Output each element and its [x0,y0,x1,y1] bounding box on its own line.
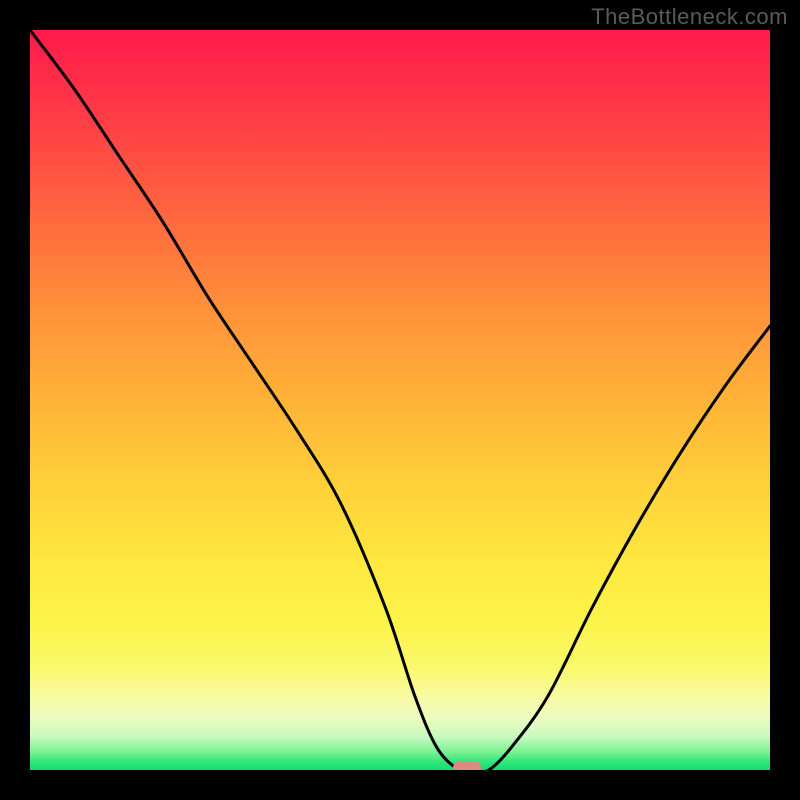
curve-path [30,30,770,770]
watermark-text: TheBottleneck.com [591,4,788,30]
bottleneck-curve [30,30,770,770]
plot-area [30,30,770,770]
optimal-marker [453,761,481,770]
chart-frame: TheBottleneck.com [0,0,800,800]
